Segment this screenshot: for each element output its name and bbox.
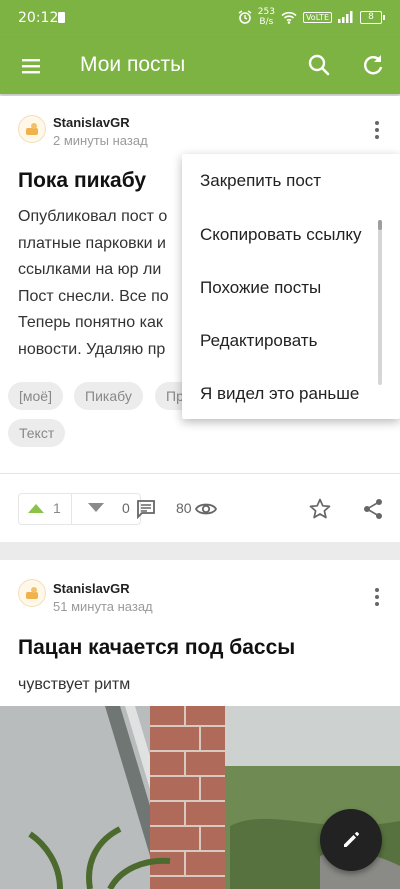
sim-card-icon [58, 12, 65, 23]
menu-scrollbar-thumb[interactable] [378, 220, 382, 230]
pencil-icon [344, 832, 359, 847]
avatar[interactable] [18, 115, 46, 143]
signal-icon [338, 11, 353, 23]
battery-level: 8 [368, 11, 374, 22]
post-time: 51 минута назад [53, 599, 153, 614]
more-vert-icon[interactable] [368, 119, 386, 141]
refresh-icon[interactable] [360, 52, 386, 78]
tag-chip[interactable]: Текст [8, 419, 66, 447]
post-author[interactable]: StanislavGR [53, 115, 130, 130]
eye-icon [195, 503, 217, 515]
post-options-menu: Закрепить пост Скопировать ссылку Похожи… [182, 154, 400, 419]
status-bar: 20:12 253 B/s VoLTE 8 [0, 0, 400, 38]
menu-item-seen-before[interactable]: Я видел это раньше [200, 384, 359, 404]
more-vert-icon[interactable] [368, 586, 386, 608]
menu-item-similar-posts[interactable]: Похожие посты [200, 278, 321, 298]
network-speed: 253 B/s [258, 7, 275, 27]
network-speed-unit: B/s [259, 17, 274, 27]
upvote-icon[interactable] [27, 502, 45, 514]
star-icon[interactable] [308, 497, 332, 521]
vote-divider [71, 494, 72, 524]
create-post-button[interactable] [320, 809, 382, 871]
search-icon[interactable] [306, 52, 332, 78]
comment-count[interactable]: 0 [122, 500, 130, 516]
divider [0, 473, 400, 474]
wifi-icon [281, 11, 297, 24]
comment-icon[interactable] [136, 499, 156, 519]
menu-item-edit[interactable]: Редактировать [200, 331, 317, 351]
post-body[interactable]: чувствует ритм [18, 672, 388, 699]
avatar[interactable] [18, 579, 46, 607]
tag-chip[interactable]: [моё] [8, 382, 63, 410]
network-speed-value: 253 [257, 7, 275, 17]
menu-item-pin-post[interactable]: Закрепить пост [200, 171, 321, 191]
post-title[interactable]: Пацан качается под бассы [18, 636, 295, 660]
post-title[interactable]: Пока пикабу [18, 169, 146, 193]
view-count: 80 [176, 500, 192, 516]
app-toolbar: Мои посты [0, 38, 400, 94]
downvote-icon[interactable] [87, 502, 105, 514]
status-icons: 253 B/s VoLTE 8 [238, 7, 385, 27]
page-title: Мои посты [80, 53, 186, 76]
share-icon[interactable] [362, 498, 384, 520]
post-time: 2 минуты назад [53, 133, 148, 148]
tag-chip[interactable]: Пикабу [74, 382, 143, 410]
battery-icon: 8 [360, 10, 385, 24]
post-author[interactable]: StanislavGR [53, 581, 130, 596]
status-time: 20:12 [18, 10, 59, 26]
vote-count: 1 [53, 500, 61, 516]
alarm-icon [238, 10, 252, 24]
menu-item-copy-link[interactable]: Скопировать ссылку [200, 225, 362, 245]
menu-scrollbar[interactable] [378, 220, 382, 385]
hamburger-menu-icon[interactable] [20, 54, 42, 78]
volte-badge: VoLTE [302, 11, 332, 23]
